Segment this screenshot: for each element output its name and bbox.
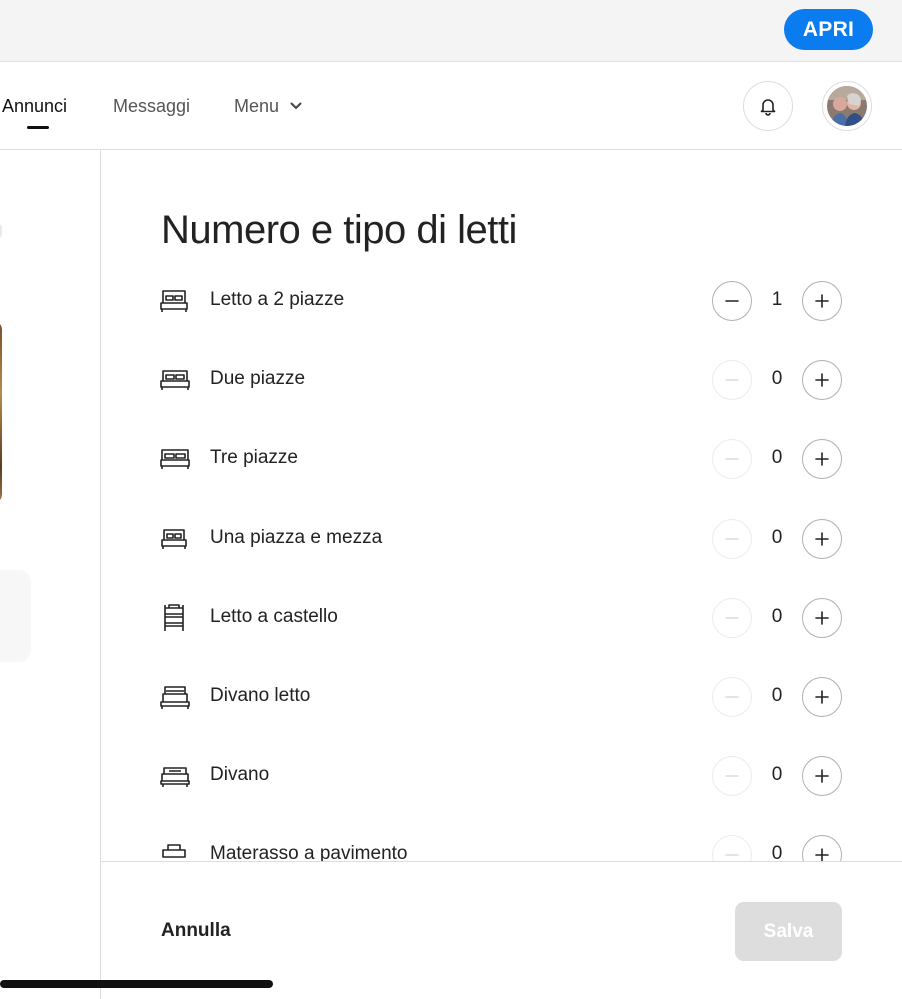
bed-type-row: Una piazza e mezza 0: [101, 514, 902, 564]
bed-count: 0: [771, 605, 783, 627]
plus-icon: [815, 373, 829, 387]
minus-icon: [725, 379, 739, 381]
minus-icon: [725, 775, 739, 777]
bed-editor: Numero e tipo di letti Letto a 2 piazze …: [101, 150, 902, 861]
top-navigation: Annunci Messaggi Menu: [0, 62, 902, 150]
footer-bar: Annulla Salva: [101, 861, 902, 999]
bed-count: 0: [771, 764, 783, 786]
plus-icon: [815, 294, 829, 308]
bed-type-label: Letto a 2 piazze: [210, 289, 345, 310]
app-banner: APRI: [0, 0, 902, 62]
bed-type-row: Materasso a pavimento 0: [101, 830, 902, 861]
decrease-button[interactable]: [712, 756, 752, 797]
tab-messages[interactable]: Messaggi: [113, 94, 190, 118]
minus-icon: [725, 300, 739, 302]
king-bed-icon: [160, 449, 190, 470]
bed-count: 0: [771, 368, 783, 390]
decrease-button[interactable]: [712, 597, 752, 638]
increase-button[interactable]: [802, 439, 842, 480]
small-double-bed-icon: [161, 528, 187, 549]
decrease-button[interactable]: [712, 835, 752, 861]
open-app-button[interactable]: APRI: [784, 9, 873, 50]
decrease-button[interactable]: [712, 439, 752, 480]
tab-listings[interactable]: Annunci: [2, 94, 67, 118]
increase-button[interactable]: [802, 835, 842, 861]
tab-menu[interactable]: Menu: [234, 94, 302, 118]
increase-button[interactable]: [802, 281, 842, 321]
increase-button[interactable]: [802, 677, 842, 717]
home-indicator: [0, 980, 273, 988]
increase-button[interactable]: [802, 597, 842, 638]
increase-button[interactable]: [802, 756, 842, 797]
bed-type-row: Divano letto 0: [101, 672, 902, 722]
queen-bed-icon: [160, 370, 190, 391]
sofa-bed-icon: [160, 686, 190, 709]
bed-type-row: Tre piazze 0: [101, 434, 902, 484]
plus-icon: [815, 452, 829, 467]
tab-menu-label: Menu: [234, 96, 280, 116]
left-pane: [0, 150, 101, 999]
bed-count: 0: [771, 843, 783, 861]
minus-icon: [725, 616, 739, 619]
cancel-button[interactable]: Annulla: [161, 920, 231, 942]
bed-type-row: Letto a 2 piazze 1: [101, 276, 902, 326]
save-button[interactable]: Salva: [735, 902, 842, 961]
decrease-button[interactable]: [712, 677, 752, 717]
left-pane-control: [0, 224, 2, 238]
profile-button[interactable]: [822, 81, 872, 131]
floor-mattress-icon: [162, 844, 186, 859]
bed-type-label: Divano: [210, 764, 270, 786]
bed-count: 1: [771, 289, 783, 310]
decrease-button[interactable]: [712, 360, 752, 401]
bed-count: 0: [771, 685, 783, 706]
plus-icon: [815, 848, 829, 861]
bed-type-label: Divano letto: [210, 685, 311, 706]
chevron-down-icon: [290, 102, 302, 109]
avatar: [827, 86, 867, 126]
notifications-button[interactable]: [743, 81, 793, 131]
bed-count: 0: [771, 447, 783, 469]
bell-icon: [760, 99, 776, 116]
double-bed-icon: [160, 290, 188, 312]
decrease-button[interactable]: [712, 281, 752, 321]
bed-type-label: Tre piazze: [210, 447, 298, 469]
minus-icon: [725, 696, 739, 698]
plus-icon: [815, 769, 829, 783]
bed-type-label: Due piazze: [210, 368, 306, 390]
increase-button[interactable]: [802, 360, 842, 401]
couch-icon: [160, 767, 190, 788]
bed-count: 0: [771, 526, 783, 548]
bed-type-row: Due piazze 0: [101, 355, 902, 405]
bed-type-row: Letto a castello 0: [101, 593, 902, 643]
bed-type-label: Materasso a pavimento: [210, 843, 408, 861]
bed-type-label: Letto a castello: [210, 605, 338, 627]
minus-icon: [725, 854, 739, 857]
listing-photo[interactable]: [0, 320, 2, 504]
plus-icon: [815, 610, 829, 625]
plus-icon: [815, 531, 829, 546]
increase-button[interactable]: [802, 518, 842, 559]
active-tab-indicator: [27, 126, 49, 129]
minus-icon: [725, 458, 739, 461]
bed-type-row: Divano 0: [101, 751, 902, 801]
minus-icon: [725, 537, 739, 540]
page-title: Numero e tipo di letti: [161, 208, 517, 252]
left-info-panel: [0, 570, 31, 662]
bunk-bed-icon: [164, 603, 184, 631]
bed-type-label: Una piazza e mezza: [210, 526, 383, 548]
decrease-button[interactable]: [712, 518, 752, 559]
plus-icon: [815, 690, 829, 704]
